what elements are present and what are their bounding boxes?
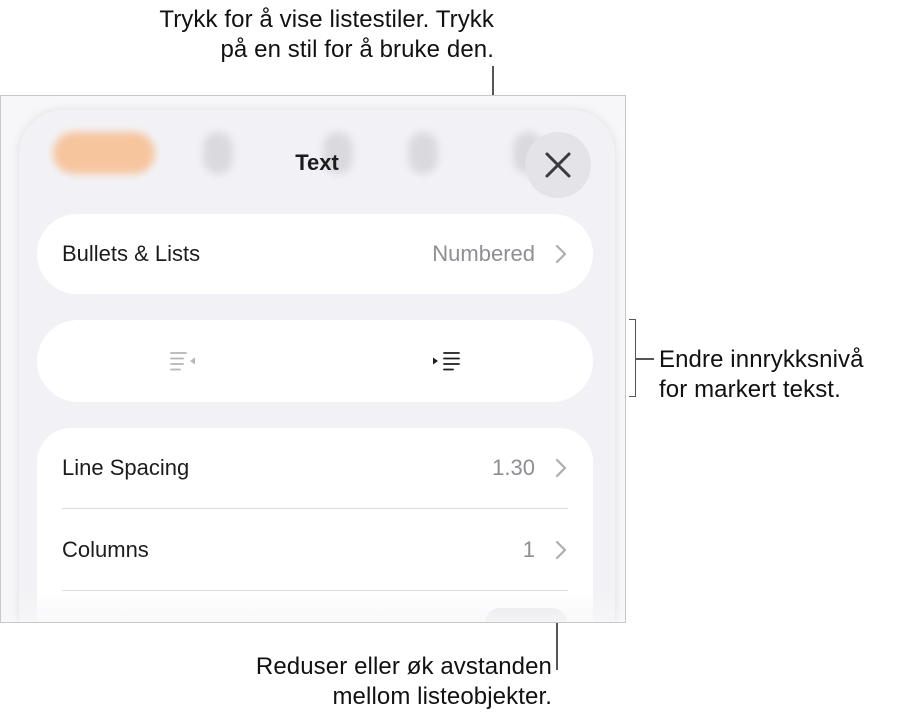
text-format-panel: Text Bullets & Lists Numbered Line Spaci… xyxy=(19,110,615,622)
callout-right-bracket xyxy=(629,319,636,397)
bullets-lists-value: Numbered xyxy=(432,241,535,266)
bullets-lists-row[interactable]: Bullets & Lists Numbered xyxy=(37,214,593,294)
callout-top-line-2: på en stil for å bruke den. xyxy=(220,36,494,63)
chevron-right-icon xyxy=(555,244,567,264)
row-divider xyxy=(62,508,568,509)
columns-row[interactable]: Columns 1 xyxy=(37,510,593,590)
callout-indent: Endre innrykksnivå for markert tekst. xyxy=(659,345,864,405)
callout-right-line-2: for markert tekst. xyxy=(659,376,841,403)
columns-value: 1 xyxy=(522,537,535,562)
chevron-right-icon xyxy=(555,458,567,478)
bullets-lists-label: Bullets & Lists xyxy=(62,241,201,266)
indent-icon xyxy=(433,352,460,371)
callout-bottom-line-1: Reduser eller øk avstanden xyxy=(255,653,552,680)
decrease-indent-button[interactable] xyxy=(163,340,203,382)
outdent-icon xyxy=(170,352,195,371)
callout-bullets-lists: Trykk for å vise listestiler. Trykk på e… xyxy=(159,5,494,65)
increase-indent-button[interactable] xyxy=(427,340,467,382)
close-button[interactable] xyxy=(525,132,591,198)
callout-right-line-1: Endre innrykksnivå xyxy=(659,346,864,373)
line-spacing-label: Line Spacing xyxy=(62,455,190,480)
callout-bottom-line-2: mellom listeobjekter. xyxy=(332,683,552,710)
indent-card xyxy=(37,320,593,402)
callout-top-line-1: Trykk for å vise listestiler. Trykk xyxy=(159,6,494,33)
bullets-lists-card: Bullets & Lists Numbered xyxy=(37,214,593,294)
chevron-right-icon xyxy=(555,540,567,560)
callout-right-leader xyxy=(636,358,654,360)
line-spacing-value: 1.30 xyxy=(492,455,535,480)
close-icon xyxy=(545,152,571,178)
callout-spacing: Reduser eller øk avstanden mellom listeo… xyxy=(256,652,552,712)
line-spacing-row[interactable]: Line Spacing 1.30 xyxy=(37,428,593,508)
bottom-fade xyxy=(19,588,615,622)
screenshot-frame: Text Bullets & Lists Numbered Line Spaci… xyxy=(0,95,626,623)
columns-label: Columns xyxy=(62,537,149,562)
